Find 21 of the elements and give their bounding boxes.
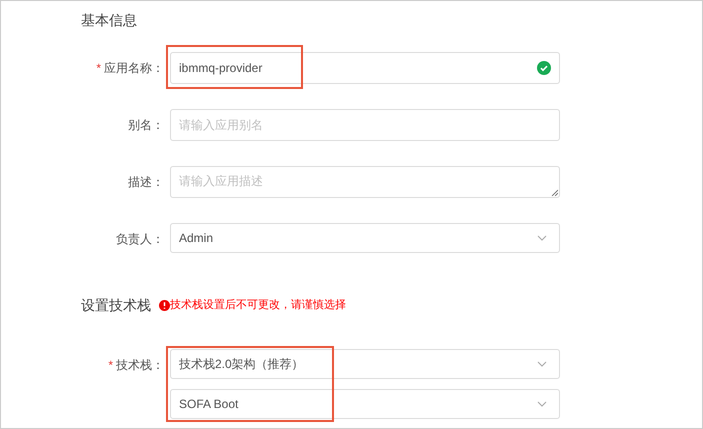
text-area[interactable]: 请输入应用描述: [170, 166, 560, 198]
required-asterisk: *: [96, 60, 101, 77]
warning-text: 技术栈设置后不可更改，请谨慎选择: [170, 298, 346, 313]
chevron-down-icon: [537, 401, 547, 407]
select-field[interactable]: Admin: [170, 223, 560, 253]
text-field[interactable]: ibmmq-provider: [170, 52, 560, 84]
chevron-down-icon: [537, 361, 547, 367]
field-label: 应用名称：: [104, 60, 164, 77]
chevron-down-icon: [537, 235, 547, 241]
text-field[interactable]: 请输入应用别名: [170, 109, 560, 141]
select-field[interactable]: SOFA Boot: [170, 389, 560, 419]
resize-handle-icon[interactable]: [551, 189, 558, 196]
section-title: 基本信息: [81, 10, 137, 30]
select-field[interactable]: 技术栈2.0架构（推荐）: [170, 349, 560, 379]
exclamation-circle-icon: [159, 300, 170, 310]
field-label: 别名：: [128, 117, 164, 134]
required-asterisk: *: [108, 357, 113, 374]
field-label: 技术栈：: [116, 357, 164, 374]
section-title: 设置技术栈: [81, 296, 151, 314]
field-label: 负责人：: [116, 231, 164, 248]
field-label: 描述：: [128, 174, 164, 191]
